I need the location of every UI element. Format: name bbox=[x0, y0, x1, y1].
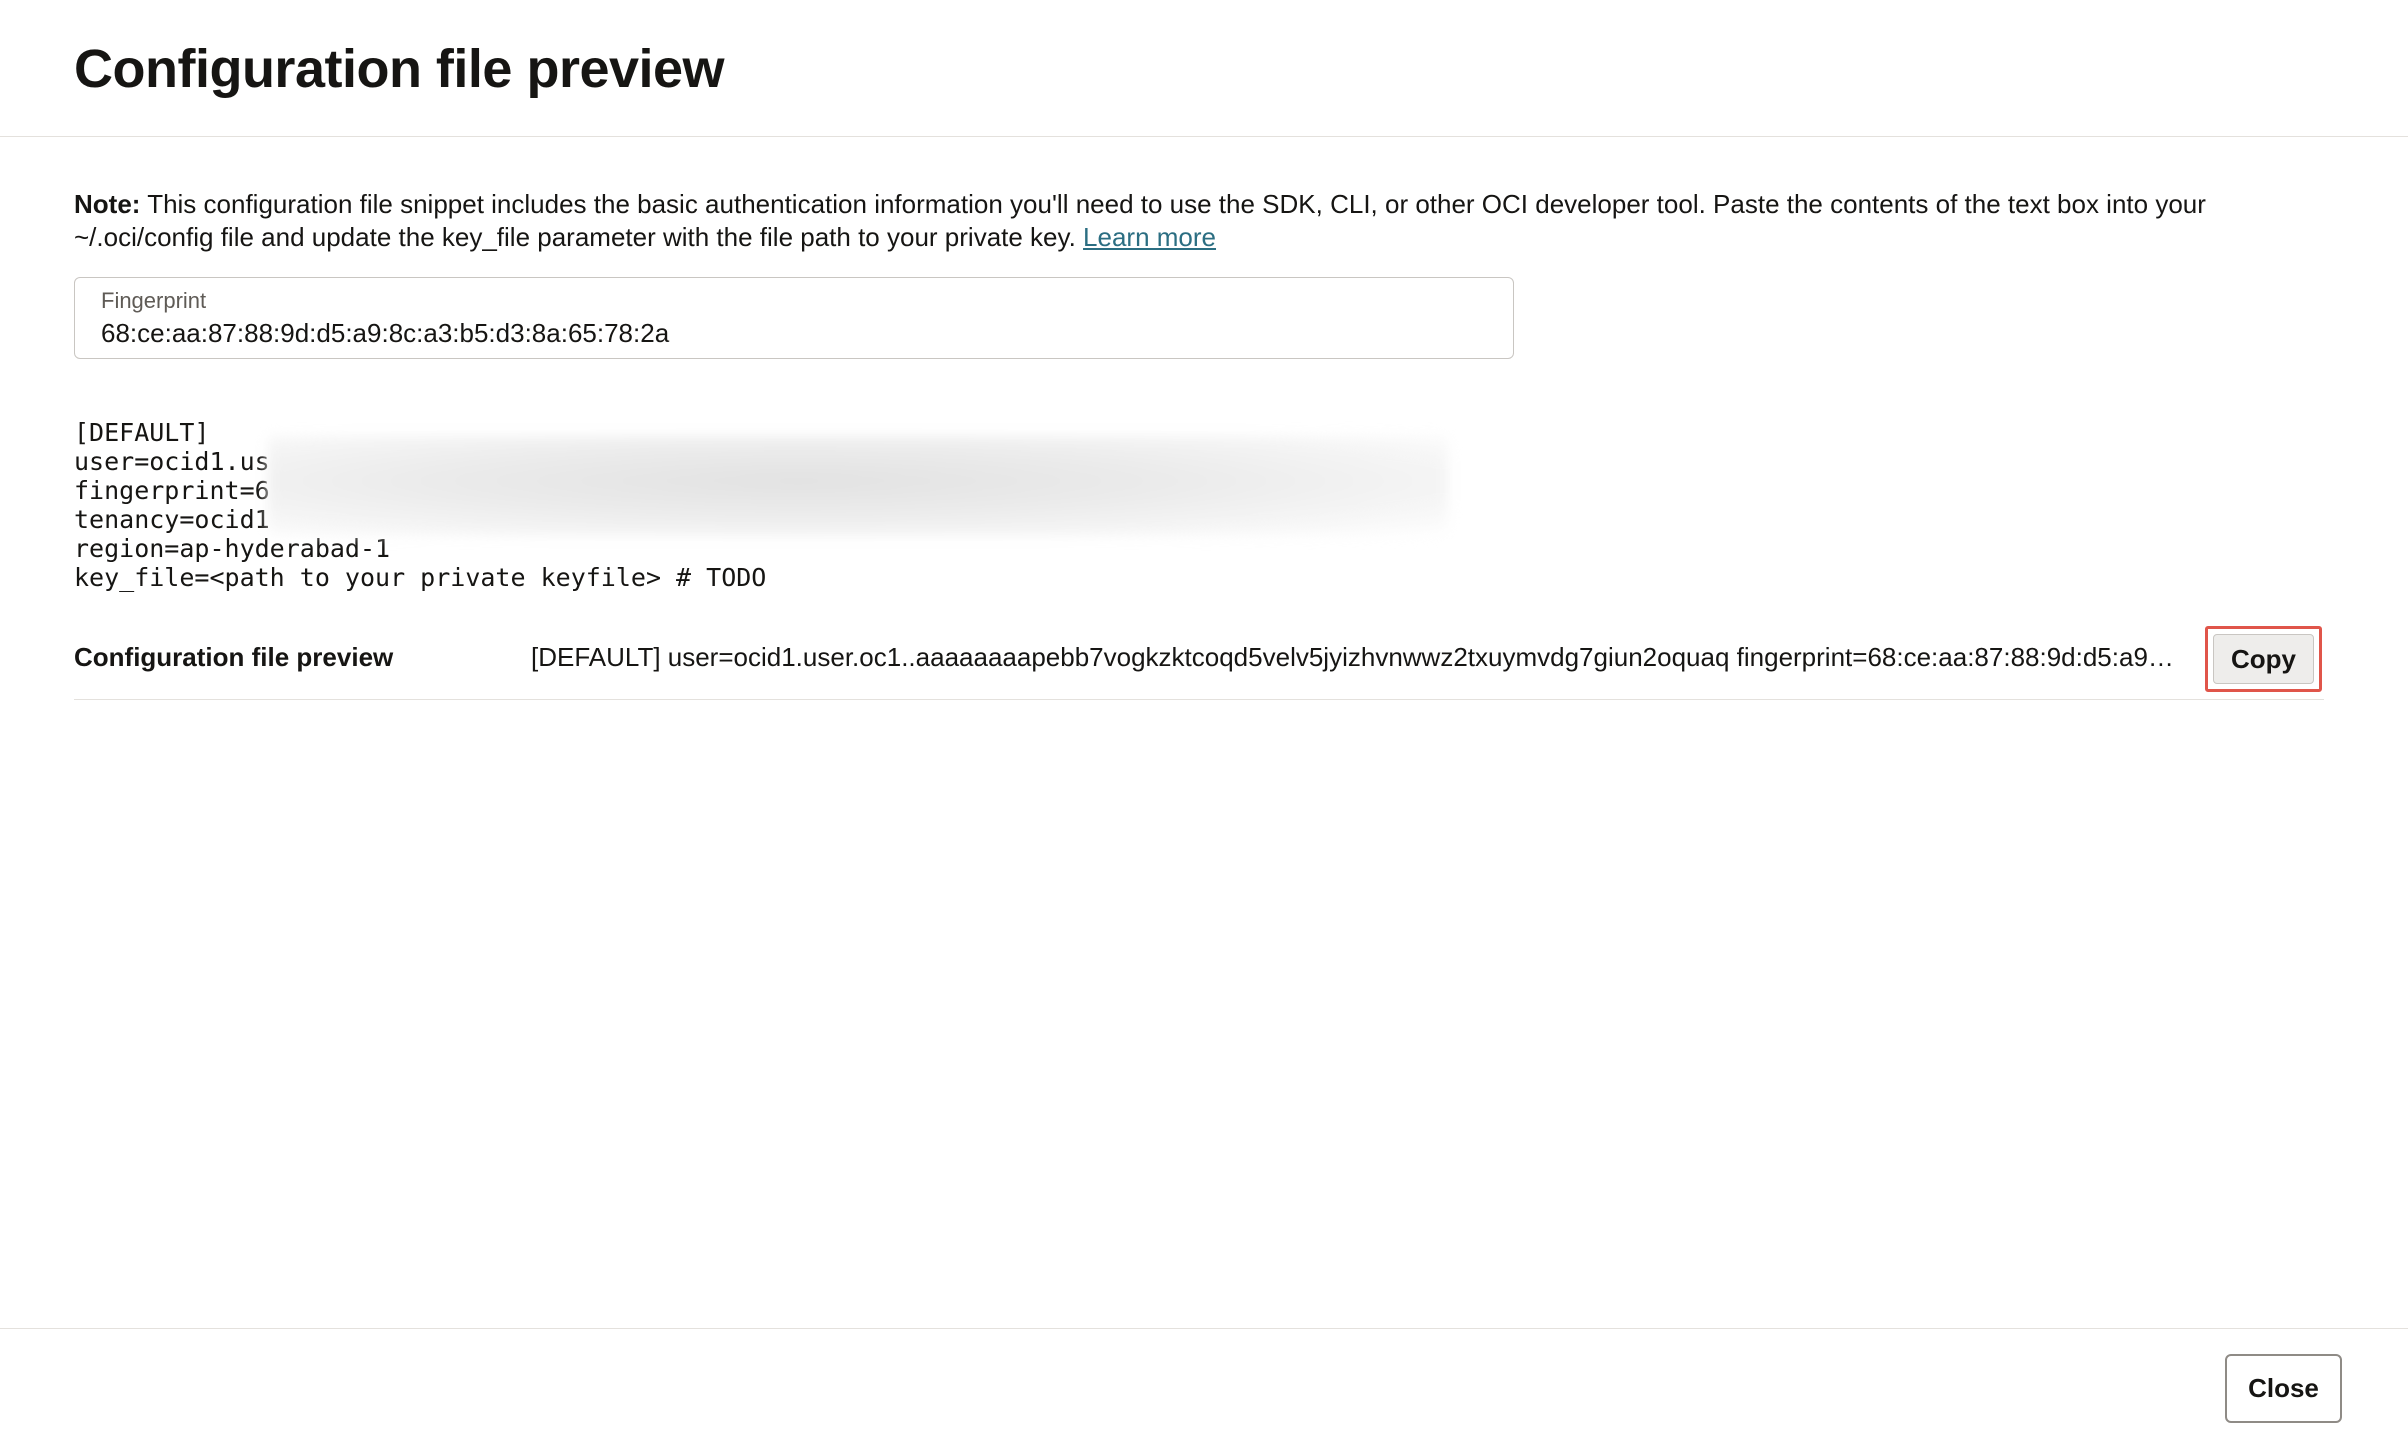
note-paragraph: Note: This configuration file snippet in… bbox=[74, 188, 2314, 254]
config-preview-row: Configuration file preview [DEFAULT] use… bbox=[74, 620, 2324, 700]
copy-button[interactable]: Copy bbox=[2213, 634, 2314, 684]
config-preview-label: Configuration file preview bbox=[74, 642, 394, 672]
fingerprint-value: 68:ce:aa:87:88:9d:d5:a9:8c:a3:b5:d3:8a:6… bbox=[101, 318, 670, 348]
redaction-blur bbox=[268, 436, 1448, 536]
close-button[interactable]: Close bbox=[2225, 1354, 2342, 1423]
learn-more-link[interactable]: Learn more bbox=[1083, 222, 1216, 252]
copy-button-highlight: Copy bbox=[2205, 626, 2322, 692]
dialog-footer: Close bbox=[0, 1328, 2408, 1448]
fingerprint-label: Fingerprint bbox=[101, 288, 207, 313]
config-preview-value: [DEFAULT] user=ocid1.user.oc1..aaaaaaaap… bbox=[531, 642, 2181, 672]
dialog-header: Configuration file preview bbox=[0, 0, 2408, 137]
code-line-key-file: key_file=<path to your private keyfile> … bbox=[74, 563, 767, 592]
fingerprint-field[interactable]: Fingerprint 68:ce:aa:87:88:9d:d5:a9:8c:a… bbox=[74, 277, 1514, 359]
note-label: Note: bbox=[74, 189, 141, 219]
dialog-title: Configuration file preview bbox=[74, 39, 725, 99]
code-line-region: region=ap-hyderabad-1 bbox=[74, 534, 391, 563]
